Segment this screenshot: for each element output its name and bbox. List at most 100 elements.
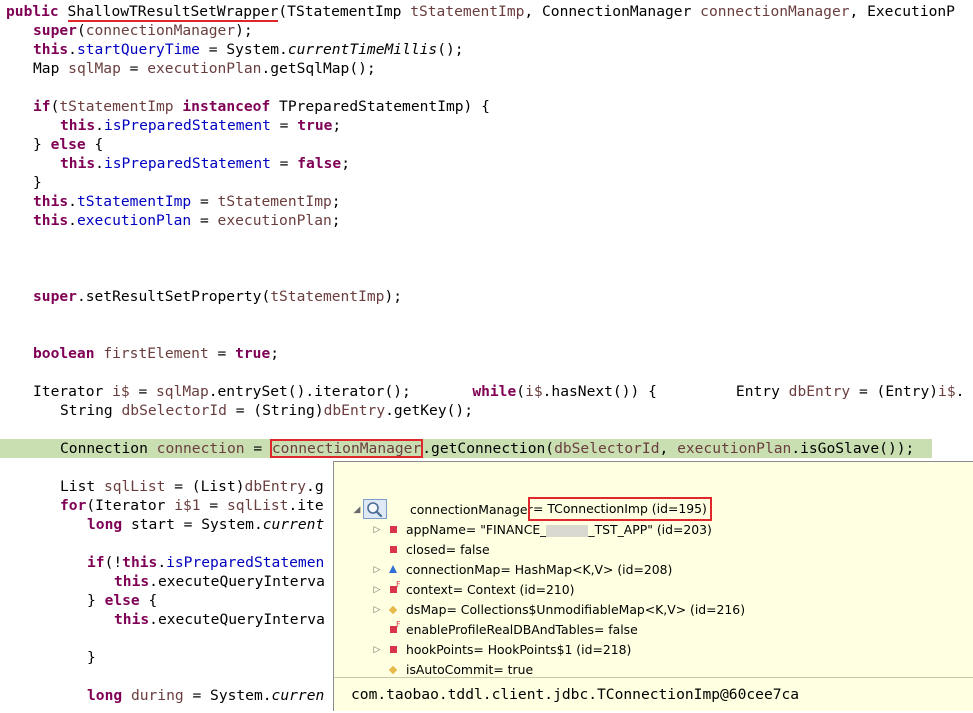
- code-line: }: [33, 174, 42, 191]
- code-keyword: else: [104, 592, 140, 609]
- final-marker-icon: F: [396, 580, 401, 589]
- code-variable: sqlList: [103, 478, 166, 495]
- code-text: .: [157, 554, 167, 571]
- code-keyword: super: [33, 288, 77, 305]
- collapse-icon[interactable]: ◢: [352, 500, 362, 520]
- expand-icon[interactable]: ▷: [372, 640, 382, 660]
- code-field: isPreparedStatemen: [166, 554, 325, 571]
- code-variable: dbSelectorId: [554, 440, 660, 457]
- magnifier-icon: [367, 502, 383, 518]
- code-keyword: this: [60, 155, 96, 172]
- code-text: =: [191, 212, 218, 229]
- code-field: executionPlan: [76, 212, 192, 229]
- final-marker-icon: F: [396, 620, 401, 629]
- code-text: (!: [104, 554, 123, 571]
- code-line: this.executionPlan = executionPlan;: [33, 211, 973, 230]
- code-text: , ExecutionP: [849, 3, 955, 20]
- code-variable: sqlMap: [156, 383, 209, 400]
- code-text: Connection: [60, 440, 157, 457]
- code-text: (: [76, 22, 86, 39]
- code-line: super.setResultSetProperty(tStatementImp…: [33, 287, 973, 306]
- code-line: super(connectionManager);: [33, 21, 973, 40]
- code-text: Map: [33, 60, 69, 77]
- code-keyword: this: [114, 573, 150, 590]
- code-keyword: super: [33, 22, 77, 39]
- code-line: String dbSelectorId = (String)dbEntry.ge…: [60, 401, 973, 420]
- popup-detail-pane[interactable]: com.taobao.tddl.client.jdbc.TConnectionI…: [334, 677, 973, 713]
- code-keyword: this: [33, 193, 69, 210]
- code-text: );: [235, 22, 253, 39]
- code-text: .executeQueryInterva: [149, 611, 325, 628]
- code-keyword: instanceof: [173, 98, 271, 115]
- expand-icon[interactable]: ▷: [372, 580, 382, 600]
- code-variable: firstElement: [103, 345, 209, 362]
- code-variable: connection: [156, 440, 245, 457]
- code-text: =: [120, 60, 148, 77]
- default-field-icon: [388, 665, 398, 675]
- code-field: isPreparedStatement: [103, 155, 271, 172]
- field-label: dsMap= Collections$UnmodifiableMap<K,V> …: [406, 602, 746, 617]
- code-line: public ShallowTResultSetWrapper(TStateme…: [6, 2, 973, 22]
- code-method: currentTimeMillis: [287, 41, 438, 58]
- code-text: ,: [659, 440, 678, 457]
- code-text: .executeQueryInterva: [149, 573, 325, 590]
- code-text: String: [60, 402, 122, 419]
- code-keyword: this: [33, 41, 69, 58]
- protected-field-icon: [389, 565, 397, 573]
- code-text: =: [270, 155, 298, 172]
- code-text: TPreparedStatementImp) {: [270, 98, 490, 115]
- expand-icon[interactable]: ▷: [372, 520, 382, 540]
- code-text: .isGoSlave());: [791, 440, 915, 457]
- code-text: .: [68, 41, 77, 58]
- code-text: ;: [341, 155, 350, 172]
- code-text: , ConnectionManager: [524, 3, 701, 20]
- code-text: }: [87, 592, 105, 609]
- code-text: ;: [331, 193, 341, 210]
- code-text: .: [95, 155, 104, 172]
- debug-hover-popup[interactable]: ◢ connectionManager = TConnectionImp (id…: [333, 461, 973, 711]
- expand-icon[interactable]: ▷: [372, 600, 382, 620]
- code-line: if(tStatementImp instanceof TPreparedSta…: [33, 97, 973, 116]
- field-label: hookPoints= HookPoints$1 (id=218): [406, 642, 632, 657]
- hovered-variable[interactable]: connectionManager: [269, 439, 424, 458]
- code-text: .setResultSetProperty(: [76, 288, 271, 305]
- code-text: .getSqlMap();: [261, 60, 376, 77]
- code-text: .: [955, 383, 965, 400]
- code-keyword: this: [114, 611, 150, 628]
- private-field-icon: [390, 646, 397, 653]
- code-text: );: [384, 288, 403, 305]
- code-line: this.isPreparedStatement = false;: [60, 154, 973, 173]
- code-text: .g: [306, 478, 324, 495]
- code-variable: during: [130, 687, 184, 704]
- code-keyword: public: [6, 3, 59, 20]
- code-keyword: false: [297, 155, 342, 172]
- code-text: .: [68, 212, 77, 229]
- code-text: start = System.: [122, 516, 263, 533]
- code-text: = System.: [199, 41, 288, 58]
- code-variable: i$: [525, 383, 543, 400]
- code-keyword: boolean: [33, 345, 95, 362]
- inspect-icon[interactable]: [363, 499, 387, 519]
- field-label-part: _TST_APP" (id=203): [588, 522, 712, 537]
- code-text: {: [85, 136, 104, 153]
- code-text: =: [129, 383, 157, 400]
- code-param: connectionManager: [85, 22, 236, 39]
- code-variable: executionPlan: [217, 212, 332, 229]
- code-text: ;: [331, 212, 341, 229]
- code-text: .ite: [288, 497, 324, 514]
- code-text: }: [33, 136, 51, 153]
- code-field: tStatementImp: [76, 193, 192, 210]
- code-text: = (List): [165, 478, 245, 495]
- redacted-block: [546, 524, 589, 537]
- code-text: ;: [270, 345, 280, 362]
- code-text: =: [191, 193, 218, 210]
- code-text: =: [270, 117, 298, 134]
- expand-icon[interactable]: ▷: [372, 560, 382, 580]
- code-field: startQueryTime: [76, 41, 200, 58]
- field-label: context= Context (id=210): [406, 582, 575, 597]
- root-variable-value: = TConnectionImp (id=195): [528, 497, 712, 521]
- code-keyword: long: [87, 516, 123, 533]
- code-text: (TStatementImp: [278, 3, 411, 20]
- code-text: ;: [332, 117, 342, 134]
- code-text: ();: [437, 41, 464, 58]
